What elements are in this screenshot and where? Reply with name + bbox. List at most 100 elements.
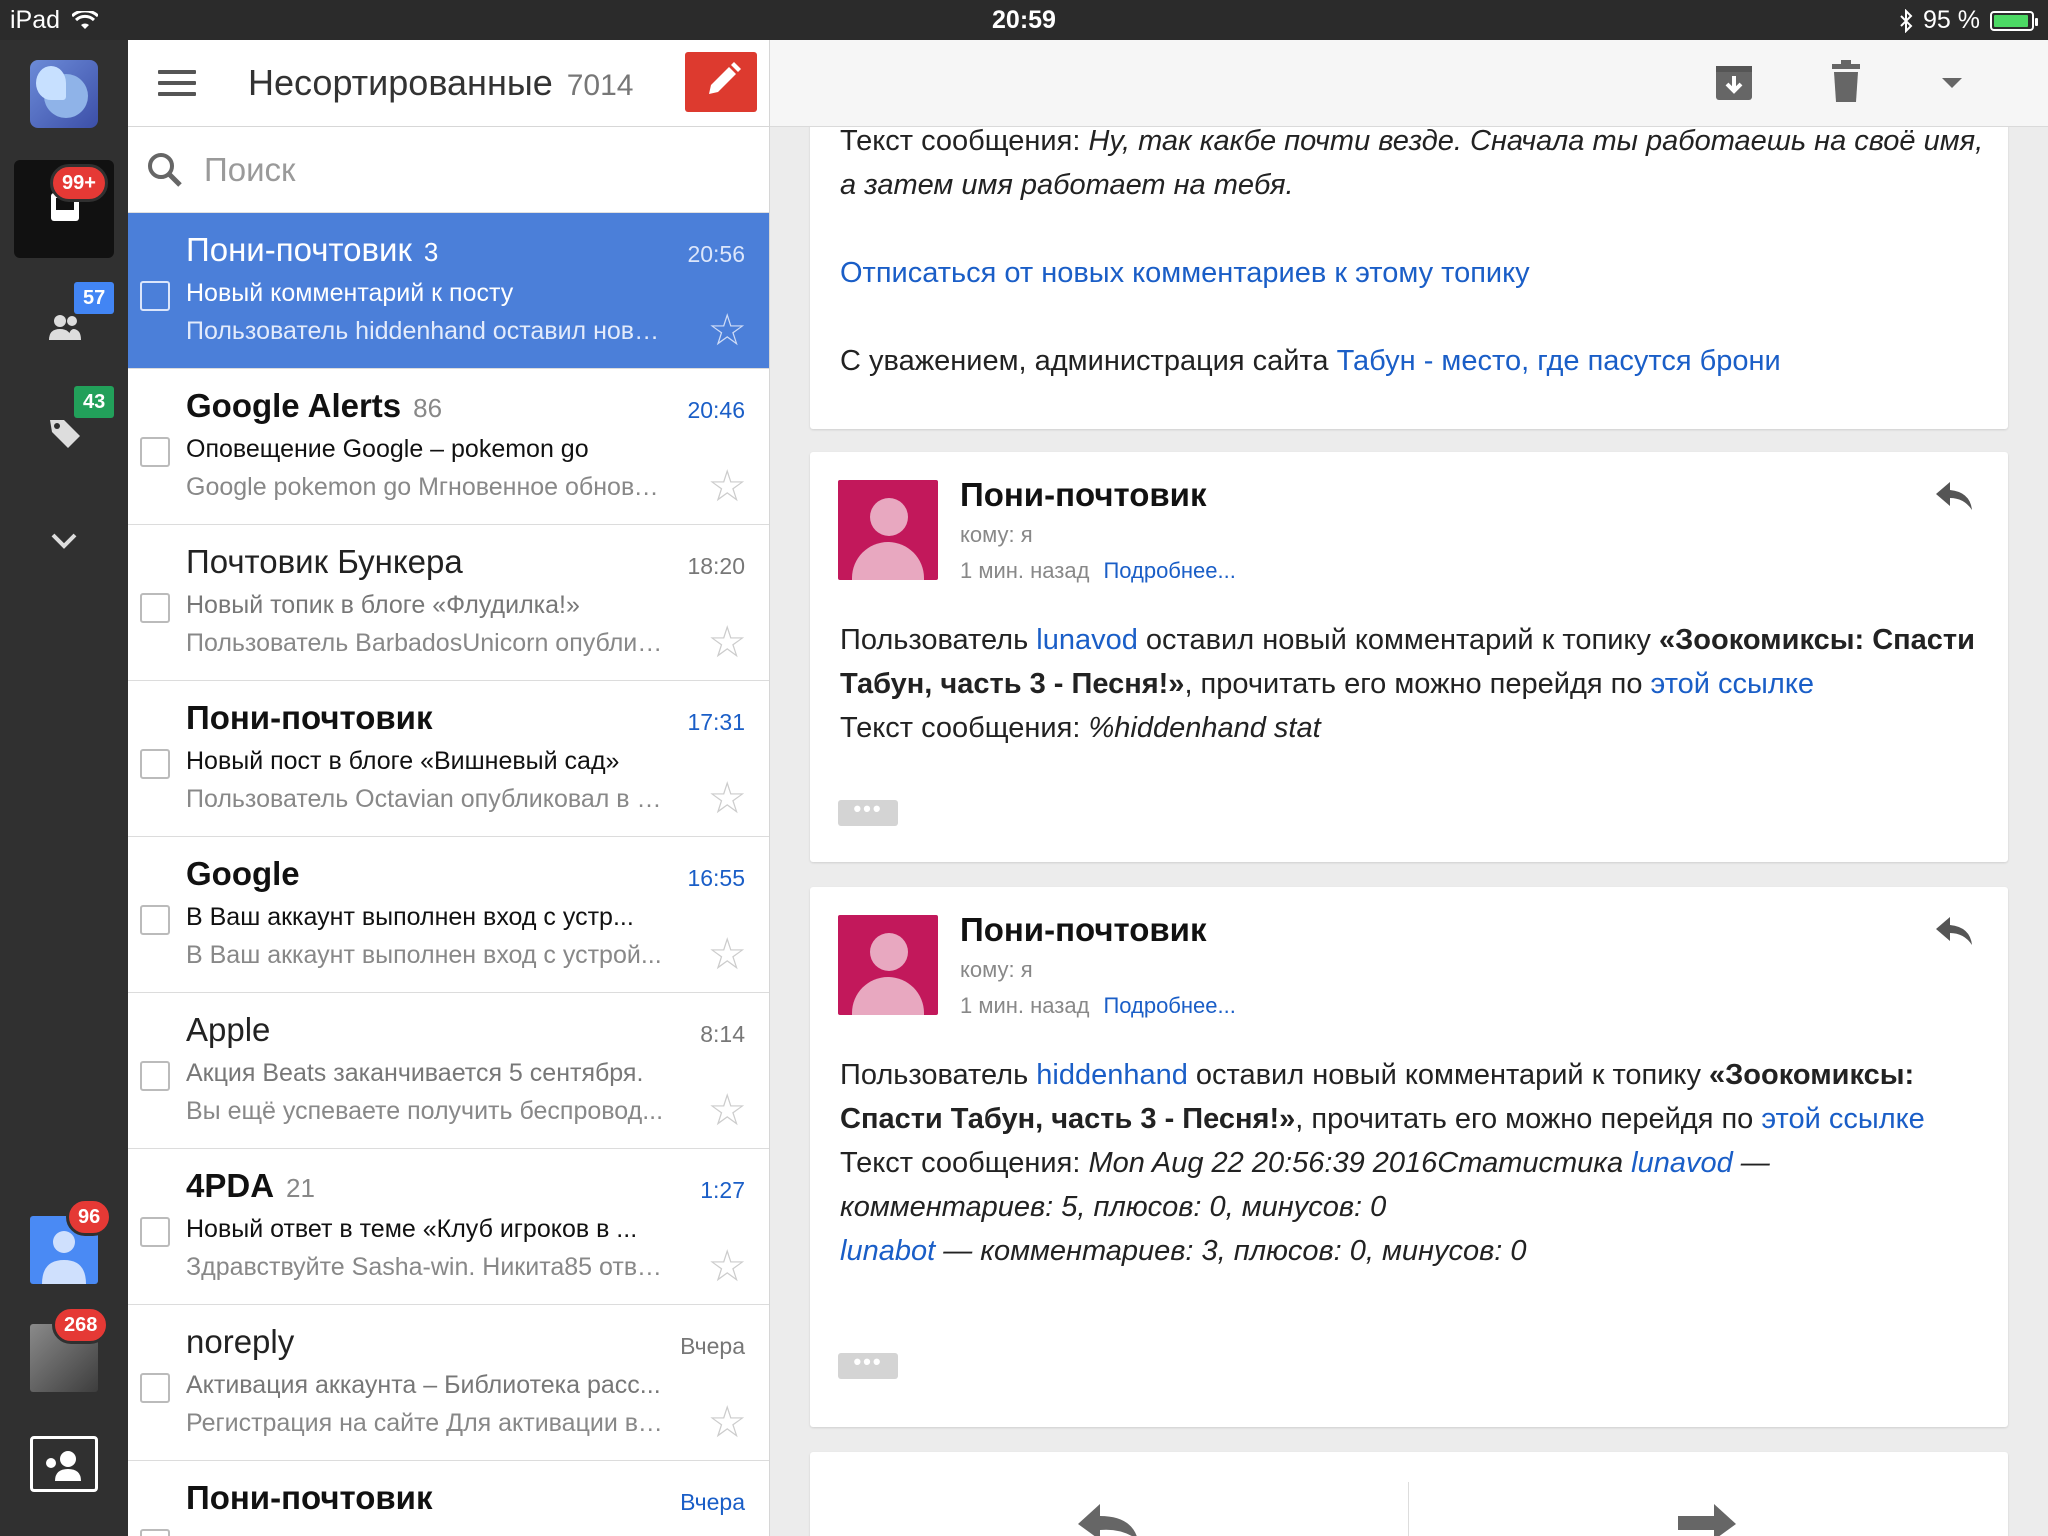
archive-icon[interactable]: [1712, 60, 1756, 104]
mail-sender: Пони-почтовик: [186, 699, 433, 736]
star-icon[interactable]: ☆: [708, 309, 747, 353]
people-icon: [49, 315, 81, 340]
status-bar: iPad 20:59 95 %: [0, 0, 2048, 40]
mail-checkbox[interactable]: [140, 749, 170, 779]
reply-icon[interactable]: [1934, 913, 1974, 947]
search-bar[interactable]: Поиск: [128, 127, 769, 213]
mail-checkbox[interactable]: [140, 1061, 170, 1091]
pencil-icon: [709, 62, 741, 94]
mail-checkbox[interactable]: [140, 281, 170, 311]
message-list-pane: Несортированные 7014 Поиск Пони-почтовик 3…: [128, 40, 770, 1536]
battery-icon: [1990, 10, 2038, 31]
star-icon[interactable]: ☆: [708, 777, 747, 821]
account2-avatar[interactable]: 96: [30, 1198, 113, 1284]
mail-row[interactable]: Пони-почтовик Вчера: [128, 1461, 769, 1536]
reply-icon[interactable]: [1072, 1500, 1142, 1536]
site-link[interactable]: Табун - место, где пасутся брони: [1337, 345, 1781, 377]
mail-checkbox[interactable]: [140, 1373, 170, 1403]
message-card: Пони-почтовик кому: я 1 мин. назад Подроб…: [810, 887, 2008, 1427]
user-link[interactable]: hiddenhand: [1036, 1059, 1188, 1091]
star-icon[interactable]: ☆: [708, 1401, 747, 1445]
clock: 20:59: [992, 6, 1056, 34]
rail-promotions[interactable]: 43: [14, 386, 115, 484]
tag-icon: [50, 420, 80, 448]
show-trimmed-button[interactable]: •••: [838, 1351, 898, 1379]
chevron-down-icon[interactable]: [50, 532, 78, 550]
comment-link[interactable]: этой ссылке: [1651, 668, 1814, 700]
compose-button[interactable]: [685, 52, 757, 112]
user-link[interactable]: lunabot: [840, 1235, 935, 1267]
mail-row[interactable]: noreply Вчера Активация аккаунта – Библи…: [128, 1305, 769, 1461]
dropdown-icon[interactable]: [1930, 60, 1974, 104]
recipient: кому: я: [960, 957, 1033, 982]
mail-time: 16:55: [687, 865, 745, 891]
body-text: Пользователь: [840, 624, 1037, 656]
unsubscribe-link[interactable]: Отписаться от новых комментариев к этому…: [840, 257, 1530, 289]
account-rail: 99+ 57 43 96 268: [0, 40, 128, 1536]
user-link[interactable]: lunavod: [1631, 1147, 1733, 1179]
mail-checkbox[interactable]: [140, 1529, 170, 1536]
comment-link[interactable]: этой ссылке: [1761, 1103, 1924, 1135]
mail-row[interactable]: Почтовик Бункера 18:20 Новый топик в бло…: [128, 525, 769, 681]
star-icon[interactable]: ☆: [708, 933, 747, 977]
reply-icon[interactable]: [1934, 478, 1974, 512]
search-input[interactable]: Поиск: [204, 151, 295, 189]
mail-checkbox[interactable]: [140, 593, 170, 623]
sent-time: 1 мин. назад: [960, 558, 1090, 583]
folder-count: 7014: [566, 69, 634, 102]
mail-subject: Активация аккаунта – Библиотека расс...: [186, 1371, 661, 1399]
mail-checkbox[interactable]: [140, 437, 170, 467]
user-link[interactable]: lunavod: [1036, 624, 1138, 656]
thread-count: 21: [286, 1173, 315, 1203]
mail-row[interactable]: Apple 8:14 Акция Beats заканчивается 5 с…: [128, 993, 769, 1149]
mail-snippet: Пользователь BarbadosUnicorn опублик...: [186, 629, 666, 657]
star-icon[interactable]: ☆: [708, 465, 747, 509]
mail-subject: Новый пост в блоге «Вишневый сад»: [186, 747, 620, 775]
text-label: Текст сообщения:: [840, 127, 1089, 157]
account-avatar[interactable]: [30, 60, 98, 128]
mail-subject: Акция Beats заканчивается 5 сентября.: [186, 1059, 644, 1087]
mail-row[interactable]: Пони-почтовик 17:31 Новый пост в блоге «…: [128, 681, 769, 837]
body-text: , прочитать его можно перейдя по: [1184, 668, 1651, 700]
message-body: Пользователь hiddenhand оставил новый ко…: [840, 1053, 1990, 1273]
mail-row[interactable]: 4PDA 21 1:27 Новый ответ в теме «Клуб игр…: [128, 1149, 769, 1305]
message-body: Пользователь lunavod оставил новый комме…: [840, 618, 1990, 750]
hamburger-icon[interactable]: [158, 70, 196, 96]
mail-row[interactable]: Google Alerts 86 20:46 Оповещение Google …: [128, 369, 769, 525]
mail-time: 8:14: [700, 1021, 745, 1047]
thread-count: 3: [423, 237, 439, 267]
star-icon[interactable]: ☆: [708, 1245, 747, 1289]
regards-text: С уважением, администрация сайта: [840, 345, 1337, 377]
details-link[interactable]: Подробнее...: [1103, 993, 1235, 1018]
list-header: Несортированные 7014: [128, 40, 769, 127]
forward-icon[interactable]: [1672, 1500, 1742, 1536]
mail-checkbox[interactable]: [140, 905, 170, 935]
trash-icon[interactable]: [1824, 60, 1868, 104]
mail-sender: Google Alerts: [186, 387, 402, 424]
mail-checkbox[interactable]: [140, 1217, 170, 1247]
divider: [1408, 1482, 1409, 1536]
mail-time: 20:56: [687, 241, 745, 267]
message-body: Текст сообщения: Ну, так какбе почти вез…: [840, 127, 1990, 207]
promo-badge: 43: [74, 386, 115, 418]
account3-avatar[interactable]: 268: [30, 1306, 110, 1392]
sender-avatar: [838, 480, 938, 580]
rail-social[interactable]: 57: [14, 280, 115, 378]
mail-time: 1:27: [700, 1177, 745, 1203]
thread-count: 86: [413, 393, 443, 423]
message-card: Текст сообщения: Ну, так какбе почти вез…: [810, 127, 2008, 429]
body-text: оставил новый комментарий к топику: [1137, 624, 1659, 656]
show-trimmed-button[interactable]: •••: [838, 798, 898, 826]
mail-row[interactable]: Google 16:55 В Ваш аккаунт выполнен вход…: [128, 837, 769, 993]
rail-inbox[interactable]: 99+: [14, 160, 114, 258]
star-icon[interactable]: ☆: [708, 1089, 747, 1133]
manage-accounts-button[interactable]: [30, 1436, 98, 1492]
star-icon[interactable]: ☆: [708, 621, 747, 665]
mail-row[interactable]: Пони-почтовик 3 20:56 Новый комментарий к…: [128, 213, 769, 369]
sender-avatar: [838, 915, 938, 1015]
recipient: кому: я: [960, 522, 1033, 547]
bluetooth-icon: [1900, 8, 1913, 33]
details-link[interactable]: Подробнее...: [1103, 558, 1235, 583]
sent-time: 1 мин. назад: [960, 993, 1090, 1018]
body-text: Пользователь: [840, 1059, 1037, 1091]
